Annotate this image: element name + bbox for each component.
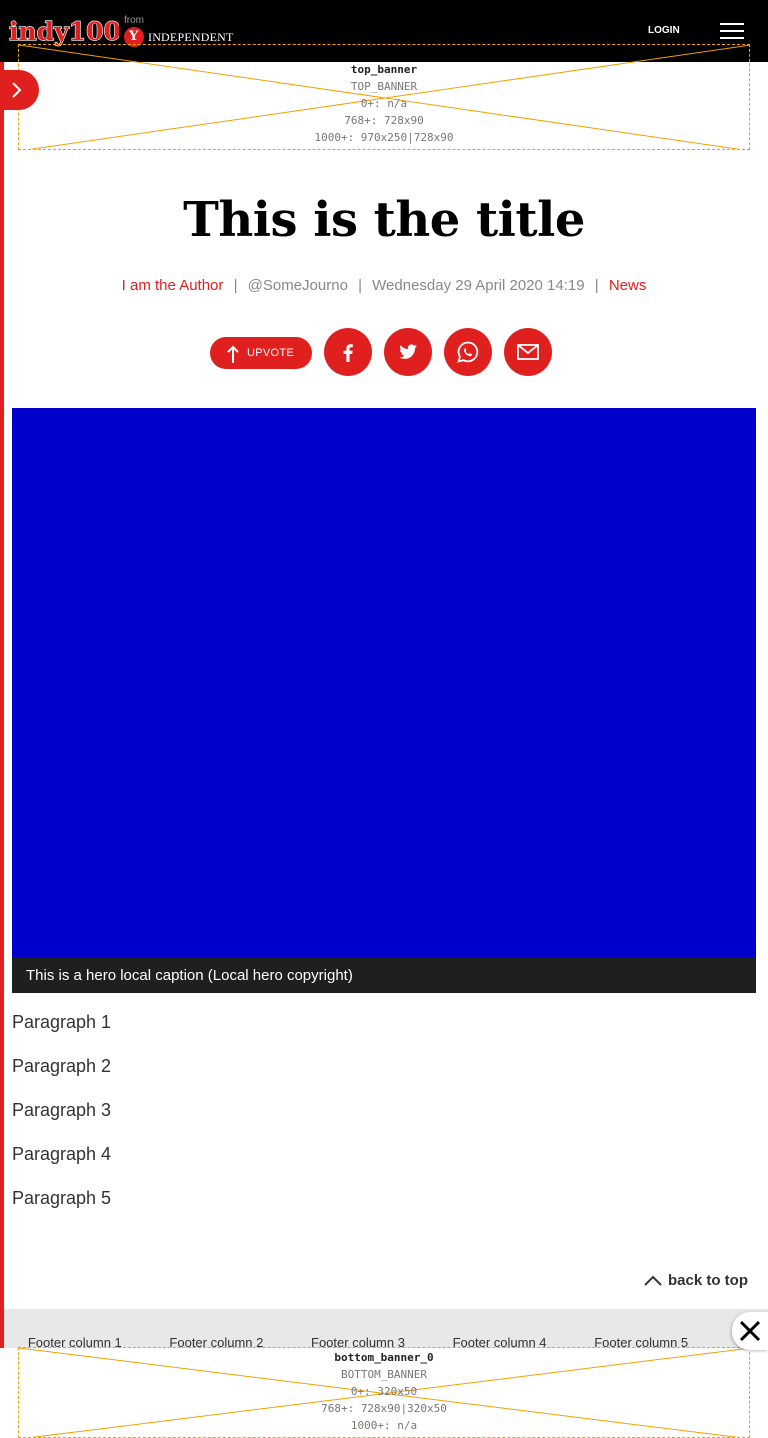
ad-size-line: 0+: n/a — [360, 97, 408, 110]
top-banner-ad: top_banner TOP_BANNER 0+: n/a 768+: 728x… — [18, 44, 750, 150]
email-share-button[interactable] — [504, 328, 552, 376]
publish-date: Wednesday 29 April 2020 14:19 — [372, 277, 585, 294]
upvote-button[interactable]: UPVOTE — [210, 337, 312, 369]
ad-slot-id: TOP_BANNER — [350, 80, 418, 93]
login-link[interactable]: LOGIN — [648, 25, 680, 36]
close-icon — [739, 1320, 761, 1342]
author-handle[interactable]: @SomeJourno — [248, 277, 348, 294]
ad-size-line: 1000+: n/a — [350, 1419, 418, 1432]
article-title: This is the title — [183, 192, 585, 248]
left-accent-bar — [0, 62, 4, 1438]
back-to-top-link[interactable]: back to top — [644, 1272, 748, 1289]
email-icon — [517, 344, 539, 360]
article-byline: I am the Author | @SomeJourno | Wednesda… — [0, 277, 768, 294]
indy100-logo[interactable]: indy100 — [9, 14, 119, 48]
close-ad-button[interactable] — [732, 1312, 768, 1350]
byline-separator: | — [358, 277, 362, 294]
side-drawer-toggle[interactable] — [0, 70, 39, 110]
body-paragraph: Paragraph 5 — [12, 1188, 112, 1208]
ad-slot-name: top_banner — [350, 63, 418, 76]
chevron-up-icon — [644, 1275, 662, 1286]
whatsapp-icon — [457, 341, 479, 363]
facebook-icon — [343, 344, 353, 362]
hero-image — [12, 408, 756, 958]
body-paragraph: Paragraph 1 — [12, 1012, 112, 1032]
hamburger-menu-icon[interactable] — [720, 20, 746, 40]
upvote-label: UPVOTE — [247, 347, 295, 359]
byline-separator: | — [594, 277, 599, 294]
body-paragraph: Paragraph 4 — [12, 1144, 112, 1164]
ad-size-line: 0+: 320x50 — [350, 1385, 418, 1398]
facebook-share-button[interactable] — [324, 328, 372, 376]
hero-caption: This is a hero local caption (Local hero… — [12, 958, 756, 993]
independent-wordmark: INDEPENDENT — [148, 29, 234, 44]
article-body: Paragraph 1 Paragraph 2 Paragraph 3 Para… — [12, 1010, 111, 1230]
chevron-right-icon — [12, 82, 22, 98]
twitter-share-button[interactable] — [384, 328, 432, 376]
svg-text:indy100: indy100 — [9, 17, 119, 46]
twitter-icon — [399, 344, 417, 359]
ad-size-line: 1000+: 970x250|728x90 — [314, 131, 454, 144]
ad-slot-name: bottom_banner_0 — [334, 1351, 434, 1364]
arrow-up-icon — [227, 345, 239, 363]
author-link[interactable]: I am the Author — [122, 277, 224, 294]
from-label: from — [124, 15, 144, 26]
body-paragraph: Paragraph 3 — [12, 1100, 112, 1120]
ad-size-line: 768+: 728x90|320x50 — [321, 1402, 447, 1415]
whatsapp-share-button[interactable] — [444, 328, 492, 376]
ad-size-line: 768+: 728x90 — [344, 114, 424, 127]
section-link[interactable]: News — [609, 277, 647, 294]
byline-separator: | — [233, 277, 238, 294]
body-paragraph: Paragraph 2 — [12, 1056, 112, 1076]
ad-slot-id: BOTTOM_BANNER — [340, 1368, 428, 1381]
bottom-banner-ad: bottom_banner_0 BOTTOM_BANNER 0+: 320x50… — [18, 1347, 750, 1438]
back-to-top-label: back to top — [667, 1272, 748, 1289]
